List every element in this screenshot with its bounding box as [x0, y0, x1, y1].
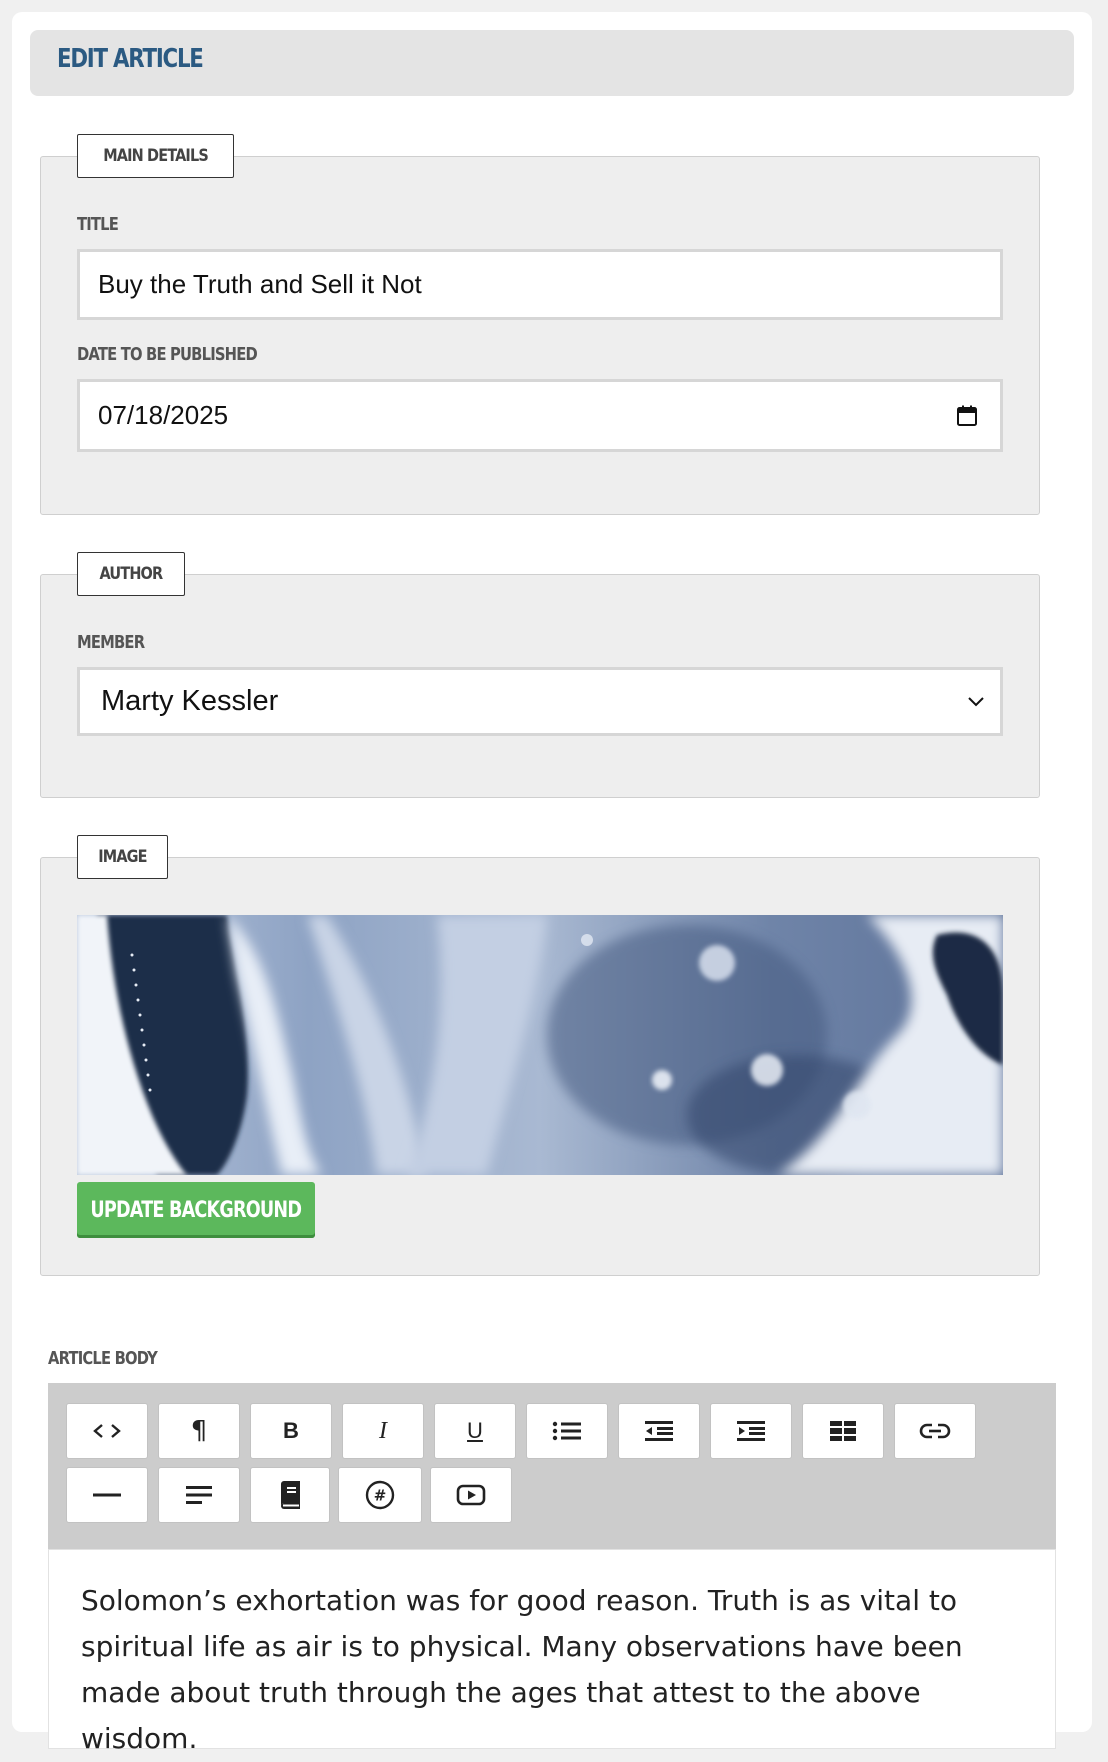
member-select-value: Marty Kessler [101, 685, 279, 717]
bulleted-list-button[interactable] [526, 1403, 608, 1459]
link-icon [919, 1423, 951, 1439]
article-body-editor[interactable]: Solomon’s exhortation was for good reaso… [48, 1549, 1056, 1755]
video-button[interactable] [430, 1467, 512, 1523]
italic-icon: I [379, 1418, 387, 1444]
bold-icon: B [283, 1418, 299, 1443]
horizontal-rule-icon [93, 1493, 121, 1497]
image-legend: IMAGE [77, 835, 168, 879]
horizontal-rule-button[interactable] [66, 1467, 148, 1523]
table-icon [830, 1421, 856, 1441]
hashtag-button[interactable]: # [338, 1467, 422, 1523]
code-view-button[interactable] [66, 1403, 148, 1459]
indent-button[interactable] [710, 1403, 792, 1459]
update-background-button[interactable]: UPDATE BACKGROUND [77, 1182, 315, 1238]
member-select[interactable]: Marty Kessler [77, 667, 1003, 736]
book-icon [281, 1481, 300, 1509]
indent-icon [737, 1421, 765, 1441]
video-icon [456, 1484, 486, 1506]
main-details-fieldset: MAIN DETAILS TITLE Buy the Truth and Sel… [40, 134, 1040, 515]
editor-toolbar: ¶ B I U # [48, 1383, 1056, 1549]
article-body-label: ARTICLE BODY [48, 1348, 158, 1369]
background-image [77, 915, 1003, 1175]
italic-button[interactable]: I [342, 1403, 424, 1459]
publish-date-value: 07/18/2025 [98, 400, 229, 430]
title-label: TITLE [77, 214, 119, 235]
outdent-button[interactable] [618, 1403, 700, 1459]
publish-date-label: DATE TO BE PUBLISHED [77, 344, 258, 365]
page-header: EDIT ARTICLE [30, 30, 1074, 96]
underline-icon: U [467, 1418, 483, 1443]
page-title: EDIT ARTICLE [57, 44, 204, 74]
title-input-value: Buy the Truth and Sell it Not [98, 269, 422, 299]
svg-text:#: # [374, 1487, 387, 1505]
underline-button[interactable]: U [434, 1403, 516, 1459]
publish-date-input[interactable]: 07/18/2025 [77, 379, 1003, 452]
outdent-icon [645, 1421, 673, 1441]
book-button[interactable] [250, 1467, 330, 1523]
align-left-icon [186, 1486, 212, 1504]
article-body-text: Solomon’s exhortation was for good reaso… [81, 1584, 963, 1755]
align-left-button[interactable] [158, 1467, 240, 1523]
paragraph-icon: ¶ [190, 1416, 208, 1446]
link-button[interactable] [894, 1403, 976, 1459]
hashtag-icon: # [365, 1480, 395, 1510]
calendar-icon[interactable] [956, 405, 978, 427]
image-fieldset: IMAGE UPDATE BACKGROUND [40, 835, 1040, 1276]
bold-button[interactable]: B [250, 1403, 332, 1459]
member-label: MEMBER [77, 632, 145, 653]
bulleted-list-icon [552, 1421, 581, 1441]
title-input[interactable]: Buy the Truth and Sell it Not [77, 249, 1003, 320]
code-view-icon [93, 1424, 121, 1438]
paragraph-button[interactable]: ¶ [158, 1403, 240, 1459]
author-legend: AUTHOR [77, 552, 185, 596]
chevron-down-icon [968, 696, 984, 706]
author-fieldset: AUTHOR MEMBER Marty Kessler [40, 552, 1040, 798]
table-button[interactable] [802, 1403, 884, 1459]
main-details-legend: MAIN DETAILS [77, 134, 235, 178]
